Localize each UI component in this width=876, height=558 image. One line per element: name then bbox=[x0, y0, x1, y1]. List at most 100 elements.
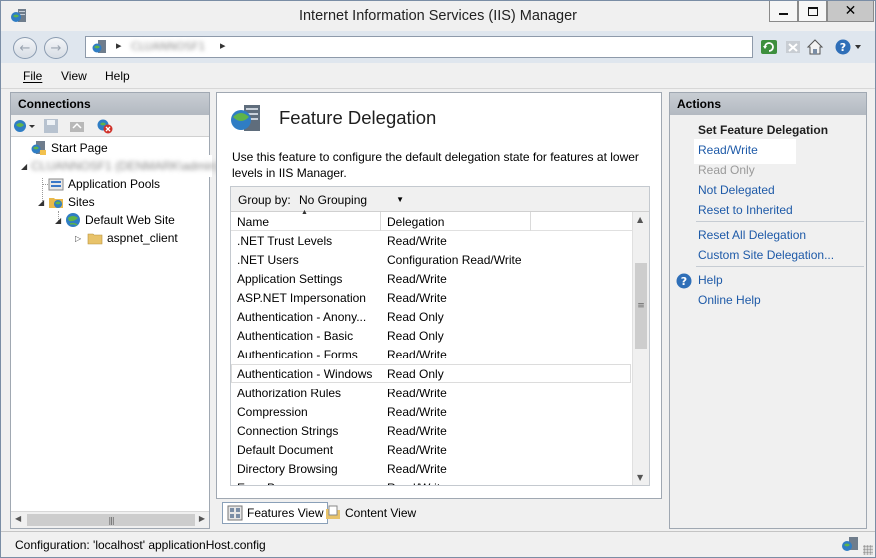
view-switcher: Features View Content View bbox=[216, 501, 662, 525]
table-row[interactable]: Authentication - Basic Read Only bbox=[231, 326, 631, 345]
save-icon[interactable] bbox=[43, 118, 59, 134]
column-header-name[interactable]: ▲ Name bbox=[231, 209, 381, 231]
feature-name-cell: Error Pages bbox=[231, 481, 381, 486]
folder-icon bbox=[87, 233, 103, 245]
page-title: Feature Delegation bbox=[279, 107, 437, 128]
actions-panel: Actions Set Feature Delegation Read/Writ… bbox=[669, 92, 867, 529]
status-bar: Configuration: 'localhost' applicationHo… bbox=[1, 531, 875, 557]
svg-text:?: ? bbox=[681, 275, 687, 288]
action-read-only: Read Only bbox=[698, 163, 755, 177]
table-row[interactable]: Connection Strings Read/Write bbox=[231, 421, 631, 440]
action-online-help[interactable]: Online Help bbox=[698, 293, 761, 307]
expand-arrow-icon[interactable]: ▷ bbox=[75, 234, 87, 243]
delegation-cell: Read/Write bbox=[387, 423, 447, 438]
tree-label: CLUANNOSF1 (DENMARK\admin) bbox=[31, 159, 220, 173]
stop-icon[interactable] bbox=[784, 38, 802, 56]
scroll-right-icon[interactable]: ▶ bbox=[199, 514, 205, 523]
table-row[interactable]: .NET Trust Levels Read/Write bbox=[231, 231, 631, 250]
dropdown-arrow-icon: ▼ bbox=[396, 195, 404, 204]
table-row[interactable]: Error PagesRead/Write bbox=[231, 478, 631, 486]
forward-button[interactable]: → bbox=[44, 37, 68, 59]
action-read-write[interactable]: Read/Write bbox=[694, 139, 796, 164]
scroll-thumb[interactable]: ≡ bbox=[635, 263, 647, 349]
action-not-delegated[interactable]: Not Delegated bbox=[698, 183, 775, 197]
delegation-cell: Read/Write bbox=[387, 271, 447, 286]
menu-help[interactable]: Help bbox=[105, 69, 130, 83]
scroll-up-icon[interactable]: ▲ bbox=[637, 215, 643, 224]
delegation-cell: Read/Write bbox=[381, 481, 447, 486]
up-level-icon[interactable] bbox=[69, 118, 85, 134]
connections-header: Connections bbox=[11, 93, 209, 115]
globe-icon bbox=[66, 213, 80, 227]
table-row[interactable]: Compression Read/Write bbox=[231, 402, 631, 421]
actions-header: Actions bbox=[670, 93, 866, 115]
feature-name-cell: Authentication - Anony... bbox=[237, 309, 367, 324]
connect-dropdown-icon[interactable] bbox=[13, 118, 37, 134]
feature-list-scrollbar[interactable]: ▲ ≡ ▼ bbox=[632, 212, 649, 485]
group-by-value: No Grouping bbox=[299, 193, 368, 207]
table-row[interactable]: Directory Browsing Read/Write bbox=[231, 459, 631, 478]
table-row[interactable]: ASP.NET Impersonation Read/Write bbox=[231, 288, 631, 307]
table-row[interactable]: Authorization Rules Read/Write bbox=[231, 383, 631, 402]
menu-view[interactable]: View bbox=[61, 69, 87, 83]
delegation-cell: Read/Write bbox=[387, 233, 447, 248]
tree-label: Default Web Site bbox=[85, 213, 175, 227]
tree-item-default-web-site[interactable]: ◢ Default Web Site bbox=[55, 212, 175, 228]
feature-name-cell: ASP.NET Impersonation bbox=[237, 290, 366, 305]
minimize-icon bbox=[779, 13, 788, 15]
breadcrumb-host[interactable]: CLUANNOSF1 bbox=[131, 40, 205, 53]
delegation-cell: Read/Write bbox=[387, 461, 447, 476]
connections-horizontal-scrollbar[interactable]: ◀ ||| ▶ bbox=[11, 511, 209, 528]
close-button[interactable]: ✕ bbox=[827, 1, 874, 22]
sort-ascending-icon: ▲ bbox=[301, 209, 308, 216]
tree-item-server[interactable]: ◢ CLUANNOSF1 (DENMARK\admin) bbox=[18, 155, 219, 177]
column-label: Name bbox=[237, 215, 270, 229]
feature-name-cell: .NET Trust Levels bbox=[237, 233, 333, 248]
menu-file[interactable]: File bbox=[23, 69, 42, 83]
collapse-arrow-icon: ◢ bbox=[55, 215, 62, 225]
connection-status-icon bbox=[842, 537, 858, 551]
column-header-delegation[interactable]: Delegation bbox=[381, 212, 531, 231]
action-reset-to-inherited[interactable]: Reset to Inherited bbox=[698, 203, 793, 217]
action-custom-site-delegation[interactable]: Custom Site Delegation... bbox=[698, 248, 834, 262]
table-row[interactable]: Authentication - Windows Read Only bbox=[231, 358, 631, 389]
refresh-icon[interactable] bbox=[760, 38, 778, 56]
back-button[interactable]: ← bbox=[13, 37, 37, 59]
feature-name-cell: Application Settings bbox=[237, 271, 343, 286]
delegation-cell: Read/Write bbox=[387, 385, 447, 400]
tree-label: Start Page bbox=[51, 141, 108, 155]
scroll-down-icon[interactable]: ▼ bbox=[637, 473, 643, 482]
table-row[interactable]: Application Settings Read/Write bbox=[231, 269, 631, 288]
tree-item-start-page[interactable]: Start Page bbox=[31, 140, 108, 156]
connections-panel: Connections Start Page ◢ CLUANNOSF1 (DEN… bbox=[10, 92, 219, 529]
action-help[interactable]: Help bbox=[698, 273, 723, 287]
resize-grip-icon[interactable] bbox=[863, 545, 873, 555]
help-dropdown-icon[interactable]: ? bbox=[834, 38, 864, 56]
svg-text:?: ? bbox=[840, 41, 846, 54]
maximize-button[interactable] bbox=[798, 1, 827, 22]
delete-connection-icon[interactable] bbox=[97, 118, 113, 134]
scroll-thumb[interactable]: ||| bbox=[27, 514, 195, 526]
minimize-button[interactable] bbox=[769, 1, 798, 22]
delegation-cell: Read/Write bbox=[387, 290, 447, 305]
table-row[interactable]: Default Document Read/Write bbox=[231, 440, 631, 459]
tree-item-application-pools[interactable]: Application Pools bbox=[48, 176, 160, 192]
action-reset-all-delegation[interactable]: Reset All Delegation bbox=[698, 228, 806, 242]
page-description: Use this feature to configure the defaul… bbox=[232, 150, 639, 180]
home-icon[interactable] bbox=[806, 38, 824, 56]
tree-item-aspnet-client[interactable]: ▷ aspnet_client bbox=[75, 230, 178, 246]
content-view-button[interactable]: Content View bbox=[321, 502, 420, 524]
actions-divider bbox=[696, 266, 864, 267]
table-row[interactable]: Authentication - Anony... Read Only bbox=[231, 307, 631, 326]
feature-name-cell: Authentication - Basic bbox=[237, 328, 354, 343]
tree-item-sites[interactable]: ◢ Sites bbox=[38, 194, 95, 210]
table-row[interactable]: Authentication - Forms Read/Write bbox=[231, 345, 631, 364]
feature-name-cell: Connection Strings bbox=[237, 423, 339, 438]
group-by-select[interactable]: No Grouping ▼ bbox=[294, 190, 409, 208]
delegation-cell: Read Only bbox=[387, 366, 444, 381]
window-title: Internet Information Services (IIS) Mana… bbox=[298, 8, 578, 24]
features-view-button[interactable]: Features View bbox=[222, 502, 329, 524]
table-row[interactable]: .NET Users Configuration Read/Write bbox=[231, 250, 631, 269]
address-bar[interactable]: ▸ CLUANNOSF1 ▸ bbox=[85, 36, 753, 58]
scroll-left-icon[interactable]: ◀ bbox=[15, 514, 21, 523]
